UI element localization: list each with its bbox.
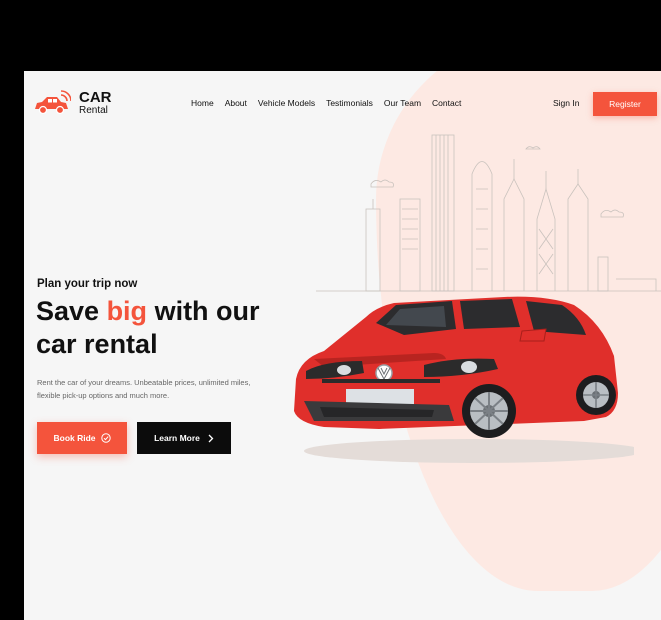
nav-vehicle-models[interactable]: Vehicle Models (258, 98, 315, 108)
sign-in-link[interactable]: Sign In (553, 98, 579, 108)
learn-more-button[interactable]: Learn More (137, 422, 231, 454)
nav-home[interactable]: Home (191, 98, 214, 108)
nav-testimonials[interactable]: Testimonials (326, 98, 373, 108)
headline-part2: with our (147, 296, 260, 326)
check-circle-icon (100, 433, 111, 443)
book-ride-button[interactable]: Book Ride (37, 422, 127, 454)
brand-wordmark: CAR Rental (79, 90, 112, 116)
book-ride-label: Book Ride (53, 433, 96, 443)
headline-part1: Save (36, 296, 107, 326)
nav-about[interactable]: About (225, 98, 247, 108)
hero-description: Rent the car of your dreams. Unbeatable … (37, 376, 307, 402)
description-line2: flexible pick-up options and much more. (37, 391, 170, 400)
brand-name-top: CAR (79, 89, 112, 106)
car-with-signal-icon (33, 89, 72, 117)
brand-logo[interactable]: CAR Rental (33, 89, 112, 117)
chevron-right-icon (207, 434, 214, 443)
main-nav: Home About Vehicle Models Testimonials O… (191, 98, 461, 108)
hero-headline: Save big with our car rental (36, 295, 260, 361)
brand-name-bottom: Rental (79, 105, 108, 116)
nav-our-team[interactable]: Our Team (384, 98, 421, 108)
description-line1: Rent the car of your dreams. Unbeatable … (37, 378, 251, 387)
register-button[interactable]: Register (593, 92, 657, 116)
headline-accent: big (106, 296, 148, 326)
landing-page: CAR Rental Home About Vehicle Models Tes… (24, 71, 661, 620)
hero-eyebrow: Plan your trip now (37, 278, 138, 290)
headline-line2: car rental (36, 329, 158, 359)
nav-contact[interactable]: Contact (432, 98, 461, 108)
learn-more-label: Learn More (154, 433, 200, 443)
hero-car-image (294, 296, 634, 463)
